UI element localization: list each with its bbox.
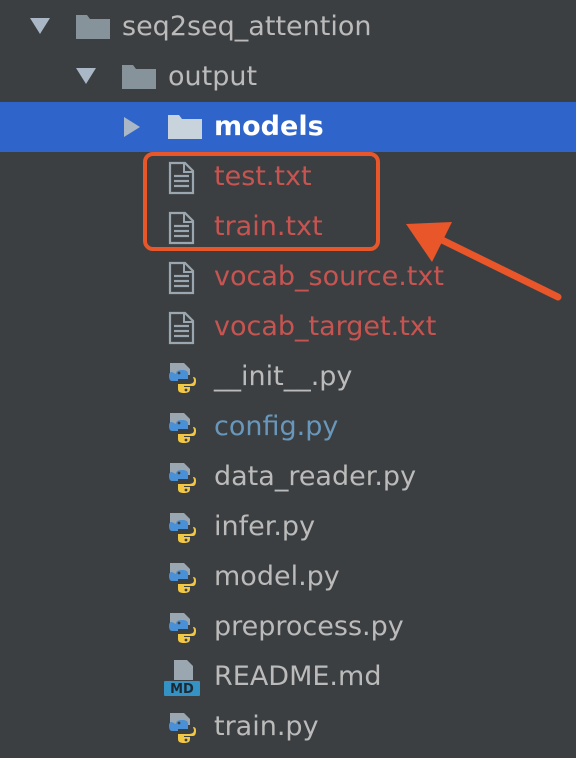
folder-icon (120, 52, 160, 102)
tree-item-readme-md[interactable]: MD README.md (0, 652, 576, 702)
folder-icon (74, 2, 114, 52)
tree-item-label: infer.py (214, 511, 316, 542)
chevron-right-icon[interactable] (120, 102, 144, 152)
markdown-file-icon: MD (162, 652, 202, 702)
tree-item-label: data_reader.py (214, 461, 417, 492)
text-file-icon (166, 252, 206, 302)
python-file-icon (166, 402, 206, 452)
folder-icon (166, 102, 206, 152)
tree-item-label: train.txt (214, 211, 323, 242)
tree-item-output[interactable]: output (0, 52, 576, 102)
python-file-icon (166, 702, 206, 752)
tree-item-label: README.md (214, 661, 382, 692)
tree-item-vocab-target-txt[interactable]: vocab_target.txt (0, 302, 576, 352)
tree-item-label: models (214, 111, 324, 142)
tree-item-label: output (168, 61, 258, 92)
python-file-icon (166, 602, 206, 652)
tree-item-preprocess-py[interactable]: preprocess.py (0, 602, 576, 652)
tree-item-label: model.py (214, 561, 340, 592)
python-file-icon (166, 502, 206, 552)
tree-item-label: vocab_source.txt (214, 261, 444, 292)
tree-item-label: __init__.py (214, 361, 353, 392)
svg-text:MD: MD (170, 682, 194, 697)
tree-item-label: train.py (214, 711, 319, 742)
text-file-icon (166, 152, 206, 202)
tree-item-label: vocab_target.txt (214, 311, 437, 342)
tree-item-models[interactable]: models (0, 102, 576, 152)
tree-item-vocab-source-txt[interactable]: vocab_source.txt (0, 252, 576, 302)
text-file-icon (166, 202, 206, 252)
tree-item-seq2seq-attention[interactable]: seq2seq_attention (0, 2, 576, 52)
chevron-down-icon[interactable] (28, 2, 52, 52)
tree-item-train-py[interactable]: train.py (0, 702, 576, 752)
tree-item-infer-py[interactable]: infer.py (0, 502, 576, 552)
tree-item-label: preprocess.py (214, 611, 404, 642)
python-file-icon (166, 552, 206, 602)
tree-item-test-txt[interactable]: test.txt (0, 152, 576, 202)
tree-item-init-py[interactable]: __init__.py (0, 352, 576, 402)
tree-item-model-py[interactable]: model.py (0, 552, 576, 602)
python-file-icon (166, 452, 206, 502)
chevron-down-icon[interactable] (74, 52, 98, 102)
text-file-icon (166, 302, 206, 352)
tree-item-config-py[interactable]: config.py (0, 402, 576, 452)
tree-item-train-txt[interactable]: train.txt (0, 202, 576, 252)
tree-item-data-reader-py[interactable]: data_reader.py (0, 452, 576, 502)
project-tree: seq2seq_attentionoutput models test.txt tra… (0, 0, 576, 758)
tree-item-label: test.txt (214, 161, 312, 192)
tree-item-label: config.py (214, 411, 339, 442)
tree-item-label: seq2seq_attention (122, 11, 372, 42)
python-file-icon (166, 352, 206, 402)
